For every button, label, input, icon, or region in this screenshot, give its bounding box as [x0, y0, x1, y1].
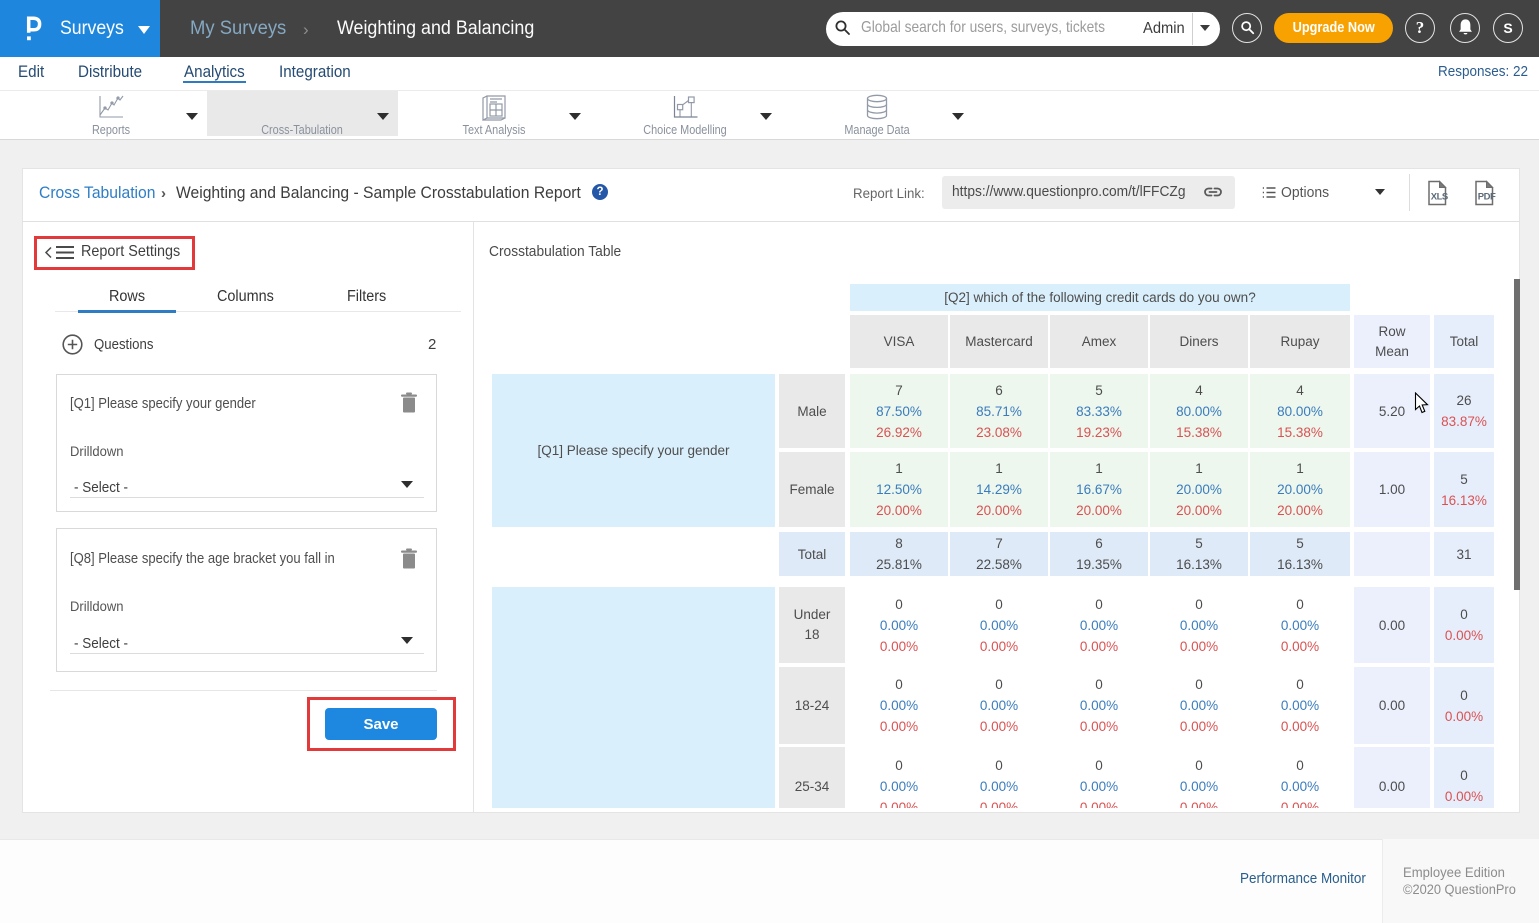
svg-text:XLS: XLS — [1431, 192, 1448, 203]
svg-text:PDF: PDF — [1478, 192, 1496, 203]
